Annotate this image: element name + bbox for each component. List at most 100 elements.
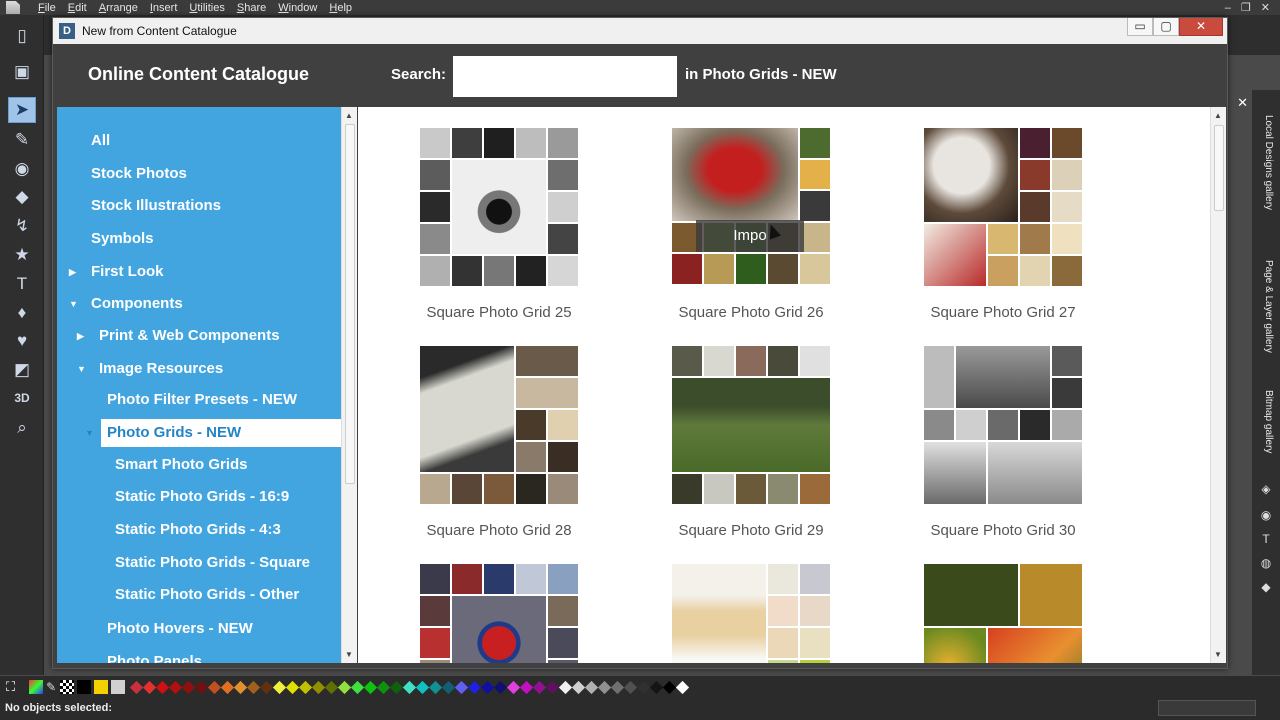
swatch[interactable] bbox=[351, 680, 365, 694]
swatch[interactable] bbox=[286, 680, 300, 694]
swatch[interactable] bbox=[377, 680, 391, 694]
tree-item-static-4-3[interactable]: Static Photo Grids - 4:3 bbox=[57, 516, 341, 544]
swatch[interactable] bbox=[299, 680, 313, 694]
text-tool-icon[interactable]: T bbox=[8, 271, 36, 297]
tree-item-first-look[interactable]: ▶ First Look bbox=[57, 258, 341, 286]
import-hover-button[interactable]: Impo bbox=[696, 220, 804, 252]
tree-item-static-16-9[interactable]: Static Photo Grids - 16:9 bbox=[57, 483, 341, 511]
grid-thumbnail[interactable] bbox=[420, 346, 578, 504]
grid-thumbnail[interactable] bbox=[420, 128, 578, 286]
fill-tool-icon[interactable]: ♦ bbox=[8, 300, 36, 326]
swatch-grey[interactable] bbox=[111, 680, 126, 694]
menu-arrange[interactable]: Arrange bbox=[93, 2, 144, 14]
grid-item-hovered[interactable]: Impo Square Photo Grid 26 bbox=[672, 128, 832, 321]
tree-item-all[interactable]: All bbox=[57, 127, 341, 155]
tree-item-components[interactable]: ▼ Components bbox=[57, 290, 341, 318]
swatch[interactable] bbox=[507, 680, 521, 694]
tree-item-static-other[interactable]: Static Photo Grids - Other bbox=[57, 581, 341, 609]
swatch[interactable] bbox=[546, 680, 560, 694]
tree-item-photo-panels[interactable]: Photo Panels bbox=[57, 648, 341, 663]
eraser-tool-icon[interactable]: ◆ bbox=[8, 184, 36, 210]
gallery-close-icon[interactable]: ✕ bbox=[1237, 95, 1248, 111]
zoom-tool-icon[interactable]: ⌕ bbox=[8, 415, 36, 441]
menu-insert[interactable]: Insert bbox=[144, 2, 184, 14]
menu-file[interactable]: File bbox=[32, 2, 62, 14]
menu-window[interactable]: Window bbox=[272, 2, 323, 14]
swatch[interactable] bbox=[481, 680, 495, 694]
transform-icon[interactable]: ▣ bbox=[8, 59, 36, 85]
grid-thumbnail[interactable] bbox=[672, 346, 830, 504]
swatch[interactable] bbox=[611, 680, 625, 694]
local-designs-gallery-tab[interactable]: Local Designs gallery bbox=[1258, 115, 1274, 210]
menu-help[interactable]: Help bbox=[323, 2, 358, 14]
page-layer-gallery-tab[interactable]: Page & Layer gallery bbox=[1258, 260, 1274, 353]
swatch[interactable] bbox=[676, 680, 690, 694]
gallery-icon-3[interactable]: T bbox=[1258, 532, 1274, 548]
tree-item-stock-photos[interactable]: Stock Photos bbox=[57, 160, 341, 188]
maximize-button[interactable]: ▢ bbox=[1153, 18, 1179, 36]
expand-arrow-icon[interactable]: ▶ bbox=[77, 322, 84, 350]
gallery-icon-4[interactable]: ◍ bbox=[1258, 556, 1274, 572]
search-input[interactable] bbox=[453, 56, 677, 97]
grid-item[interactable]: Square Photo Grid 30 bbox=[924, 346, 1084, 539]
minimize-button[interactable]: ▭ bbox=[1127, 18, 1153, 36]
close-button[interactable]: ✕ bbox=[1179, 18, 1223, 36]
swatch[interactable] bbox=[156, 680, 170, 694]
collapse-arrow-icon[interactable]: ▼ bbox=[77, 355, 86, 383]
swatch[interactable] bbox=[338, 680, 352, 694]
tree-scroll-thumb[interactable] bbox=[345, 124, 355, 484]
swatch[interactable] bbox=[260, 680, 274, 694]
page-icon[interactable]: ▯ bbox=[8, 23, 36, 49]
menu-edit[interactable]: Edit bbox=[62, 2, 93, 14]
swatch-black[interactable] bbox=[77, 680, 92, 694]
grid-item[interactable]: Square Photo Grid 28 bbox=[420, 346, 580, 539]
swatch[interactable] bbox=[247, 680, 261, 694]
swatch[interactable] bbox=[559, 680, 573, 694]
app-minimize-icon[interactable]: – bbox=[1225, 2, 1231, 14]
grid-thumbnail[interactable] bbox=[924, 128, 1082, 286]
tree-item-stock-illustrations[interactable]: Stock Illustrations bbox=[57, 192, 341, 220]
grid-item[interactable] bbox=[672, 564, 832, 663]
tree-item-photo-filter-presets[interactable]: Photo Filter Presets - NEW bbox=[57, 386, 341, 414]
grid-scroll-thumb[interactable] bbox=[1214, 125, 1224, 211]
swatch[interactable] bbox=[663, 680, 677, 694]
gallery-icon-5[interactable]: ◆ bbox=[1258, 580, 1274, 596]
color-editor-icon[interactable] bbox=[29, 680, 44, 694]
grid-thumbnail[interactable] bbox=[924, 564, 1082, 663]
tree-item-print-web-components[interactable]: ▶ Print & Web Components bbox=[57, 322, 341, 350]
swatch-yellow[interactable] bbox=[94, 680, 109, 694]
swatch[interactable] bbox=[143, 680, 157, 694]
collapse-arrow-icon[interactable]: ▼ bbox=[69, 290, 78, 318]
grid-item[interactable]: Square Photo Grid 29 bbox=[672, 346, 832, 539]
swatch[interactable] bbox=[650, 680, 664, 694]
swatch[interactable] bbox=[533, 680, 547, 694]
swatch[interactable] bbox=[598, 680, 612, 694]
grid-item[interactable]: Square Photo Grid 25 bbox=[420, 128, 580, 321]
swatch[interactable] bbox=[195, 680, 209, 694]
grid-item[interactable]: Square Photo Grid 27 bbox=[924, 128, 1084, 321]
scroll-up-icon[interactable]: ▲ bbox=[345, 111, 353, 120]
tree-item-static-square[interactable]: Static Photo Grids - Square bbox=[57, 549, 341, 577]
swatch[interactable] bbox=[390, 680, 404, 694]
swatch[interactable] bbox=[364, 680, 378, 694]
menu-utilities[interactable]: Utilities bbox=[183, 2, 230, 14]
scroll-down-icon[interactable]: ▼ bbox=[345, 650, 353, 659]
menu-share[interactable]: Share bbox=[231, 2, 272, 14]
grid-item[interactable] bbox=[924, 564, 1084, 663]
swatch[interactable] bbox=[520, 680, 534, 694]
swatch[interactable] bbox=[442, 680, 456, 694]
swatch[interactable] bbox=[130, 680, 144, 694]
gallery-icon-2[interactable]: ◉ bbox=[1258, 508, 1274, 524]
gallery-icon-1[interactable]: ◈ bbox=[1258, 482, 1274, 498]
expand-arrow-icon[interactable]: ▶ bbox=[69, 258, 76, 286]
swatch[interactable] bbox=[234, 680, 248, 694]
pen-tool-icon[interactable]: ✎ bbox=[8, 127, 36, 153]
swatch[interactable] bbox=[221, 680, 235, 694]
swatch[interactable] bbox=[624, 680, 638, 694]
tree-item-smart-photo-grids[interactable]: Smart Photo Grids bbox=[57, 451, 341, 479]
swatch[interactable] bbox=[182, 680, 196, 694]
quickshape-star-icon[interactable]: ★ bbox=[8, 242, 36, 268]
swatch[interactable] bbox=[455, 680, 469, 694]
grid-thumbnail[interactable] bbox=[924, 346, 1082, 504]
collapse-arrow-icon[interactable]: ▼ bbox=[85, 419, 94, 447]
